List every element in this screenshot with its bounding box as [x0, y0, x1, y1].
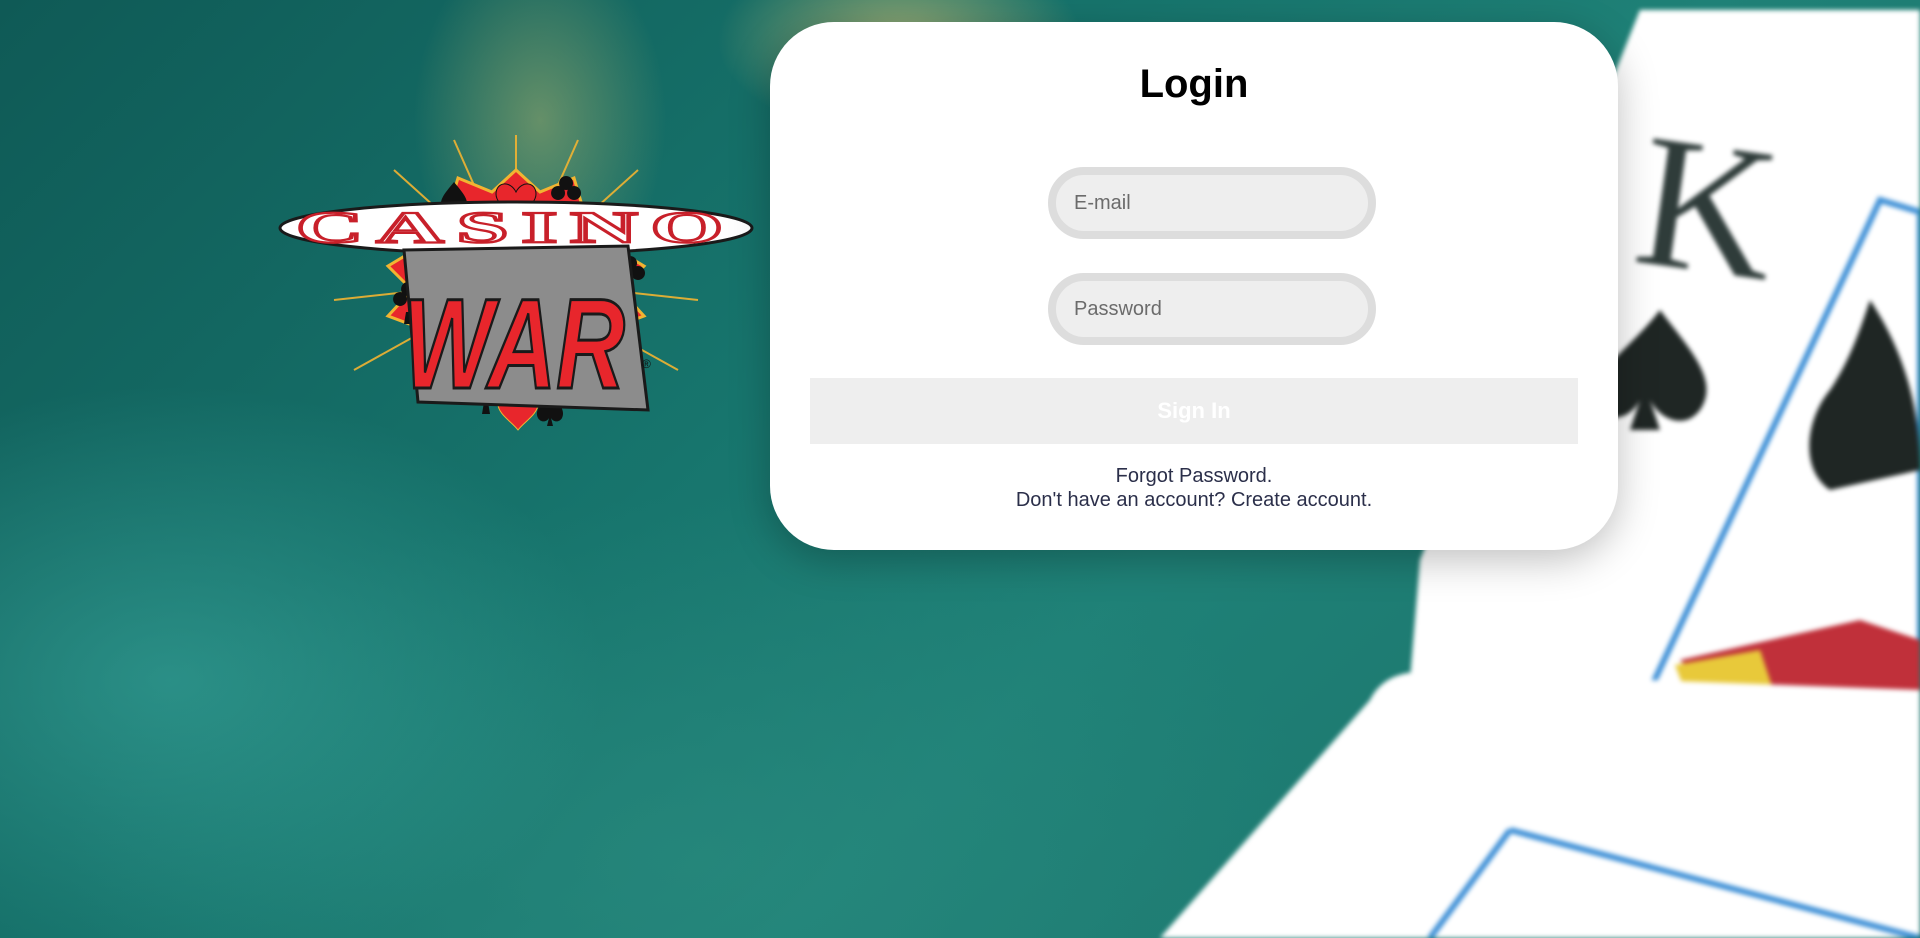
- password-field[interactable]: [1048, 273, 1376, 345]
- forgot-password-link[interactable]: Forgot Password.: [1116, 465, 1273, 487]
- svg-text:K: K: [1625, 95, 1790, 322]
- create-account-link[interactable]: Create account.: [1231, 489, 1372, 511]
- background: K CASINO WAR ® Login E-mail Sign In Forg…: [0, 0, 1920, 938]
- sign-in-button[interactable]: Sign In: [810, 378, 1578, 444]
- email-field[interactable]: [1048, 167, 1376, 239]
- account-links: Forgot Password. Don't have an account? …: [770, 464, 1618, 512]
- logo-war-text: WAR: [403, 273, 625, 416]
- login-title: Login: [1139, 62, 1249, 106]
- no-account-text: Don't have an account?: [1015, 489, 1226, 511]
- front-card: [1160, 671, 1920, 938]
- login-card: Login Sign In Forgot Password. Don't hav…: [770, 22, 1618, 550]
- registered-mark: ®: [642, 357, 651, 371]
- logo-casino-text: CASINO: [296, 203, 736, 252]
- casino-war-logo: CASINO WAR ®: [278, 135, 754, 431]
